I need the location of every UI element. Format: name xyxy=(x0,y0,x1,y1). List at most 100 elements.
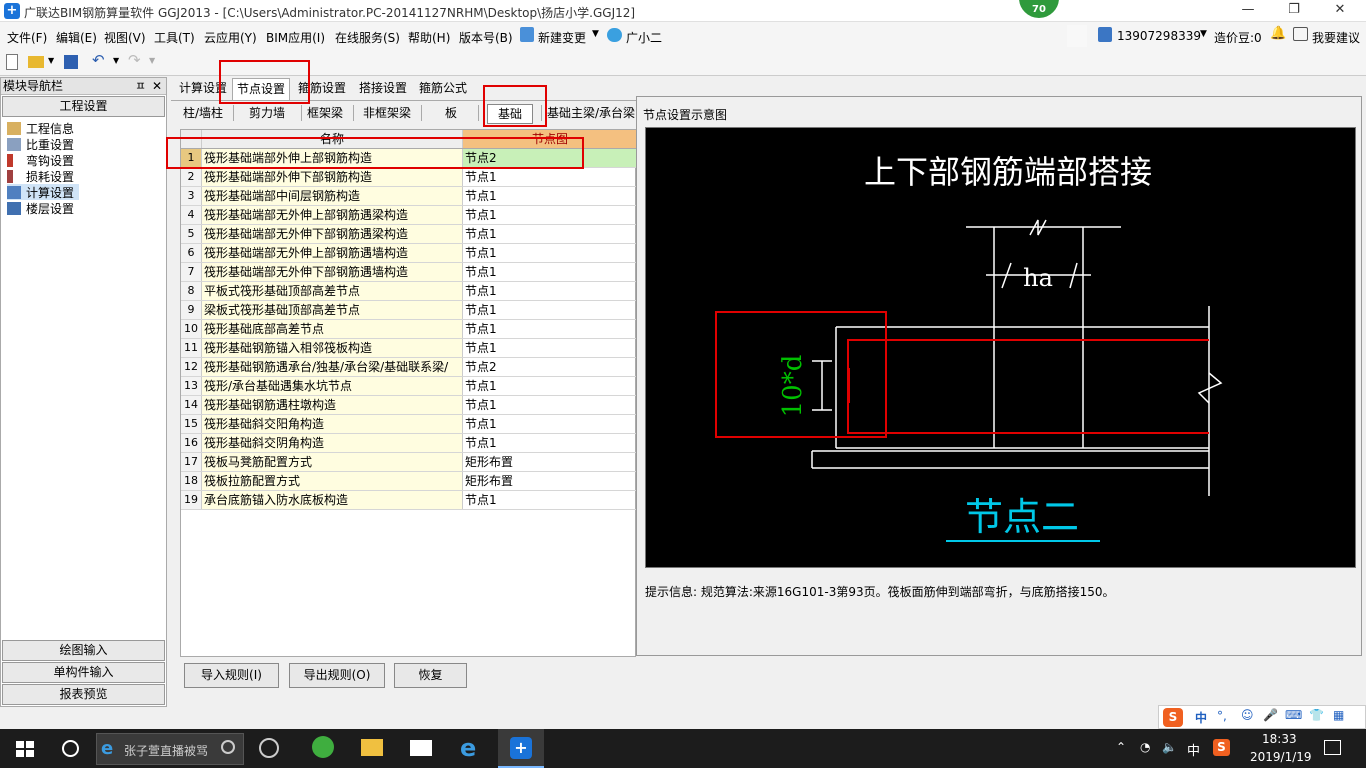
row-node-cell[interactable]: 节点1 xyxy=(463,339,637,357)
close-icon[interactable]: ✕ xyxy=(152,78,162,94)
row-node-cell[interactable]: 节点1 xyxy=(463,491,637,509)
skin-icon[interactable]: 👕 xyxy=(1309,708,1324,722)
row-node-cell[interactable]: 节点1 xyxy=(463,301,637,319)
pin-icon[interactable]: ㅍ xyxy=(135,78,146,94)
subtab-frame-beam[interactable]: 框架梁 xyxy=(301,104,349,124)
edge-icon[interactable]: e xyxy=(460,734,476,762)
menu-bim[interactable]: BIM应用(I) xyxy=(266,29,325,46)
sogou-tray-icon[interactable]: S xyxy=(1213,739,1230,756)
row-node-cell[interactable]: 节点1 xyxy=(463,168,637,186)
clock-date[interactable]: 2019/1/19 xyxy=(1250,750,1312,764)
table-row[interactable]: 3 筏形基础端部中间层钢筋构造 节点1 xyxy=(181,187,637,206)
subtab-non-frame-beam[interactable]: 非框架梁 xyxy=(359,104,415,124)
emoji-icon[interactable]: ☺ xyxy=(1241,708,1254,722)
chevron-down-icon[interactable]: ▼ xyxy=(149,56,155,65)
menu-file[interactable]: 文件(F) xyxy=(7,29,47,46)
sogou-icon[interactable]: S xyxy=(1163,708,1183,727)
section-component-input[interactable]: 单构件输入 xyxy=(2,662,165,683)
tab-lap-settings[interactable]: 搭接设置 xyxy=(355,78,411,100)
row-node-cell[interactable]: 节点1 xyxy=(463,206,637,224)
bell-icon[interactable]: 🔔 xyxy=(1270,26,1286,41)
row-node-cell[interactable]: 节点1 xyxy=(463,225,637,243)
table-row[interactable]: 5 筏形基础端部无外伸下部钢筋遇梁构造 节点1 xyxy=(181,225,637,244)
tree-item-floors[interactable]: 楼层设置 xyxy=(7,200,74,216)
menu-tools[interactable]: 工具(T) xyxy=(154,29,195,46)
table-row[interactable]: 9 梁板式筏形基础顶部高差节点 节点1 xyxy=(181,301,637,320)
table-row[interactable]: 6 筏形基础端部无外伸上部钢筋遇墙构造 节点1 xyxy=(181,244,637,263)
menu-assistant[interactable]: 广小二 xyxy=(626,29,662,46)
minimize-button[interactable]: — xyxy=(1225,0,1271,22)
chevron-down-icon[interactable]: ▼ xyxy=(48,56,54,65)
subtab-foundation-beam[interactable]: 基础主梁/承台梁 xyxy=(547,104,636,124)
mic-icon[interactable]: 🎤 xyxy=(1263,708,1278,722)
ime-mode[interactable]: 中 xyxy=(1195,709,1207,726)
tree-item-project-info[interactable]: 工程信息 xyxy=(7,120,74,136)
menu-version[interactable]: 版本号(B) xyxy=(459,29,513,46)
menu-help[interactable]: 帮助(H) xyxy=(408,29,450,46)
row-node-cell[interactable]: 节点2 xyxy=(463,358,637,376)
subtab-slab[interactable]: 板 xyxy=(435,104,467,124)
table-row[interactable]: 15 筏形基础斜交阳角构造 节点1 xyxy=(181,415,637,434)
clock-time[interactable]: 18:33 xyxy=(1262,732,1297,746)
section-report-preview[interactable]: 报表预览 xyxy=(2,684,165,705)
section-drawing-input[interactable]: 绘图输入 xyxy=(2,640,165,661)
row-node-cell[interactable]: 节点1 xyxy=(463,244,637,262)
app-icon[interactable]: + xyxy=(4,3,20,19)
table-row[interactable]: 17 筏板马凳筋配置方式 矩形布置 xyxy=(181,453,637,472)
tree-item-hook[interactable]: 弯钩设置 xyxy=(7,152,74,168)
browser-360-icon[interactable] xyxy=(312,736,334,758)
table-row[interactable]: 8 平板式筏形基础顶部高差节点 节点1 xyxy=(181,282,637,301)
cortana-icon[interactable] xyxy=(62,740,79,757)
maximize-button[interactable]: ❐ xyxy=(1271,0,1317,22)
table-row[interactable]: 4 筏形基础端部无外伸上部钢筋遇梁构造 节点1 xyxy=(181,206,637,225)
table-row[interactable]: 10 筏形基础底部高差节点 节点1 xyxy=(181,320,637,339)
redo-icon[interactable]: ↷ xyxy=(128,51,144,69)
ime-punct-icon[interactable]: °, xyxy=(1217,709,1227,723)
tree-item-calc[interactable]: 计算设置 xyxy=(7,184,79,200)
wifi-icon[interactable]: ◔ xyxy=(1140,740,1150,754)
row-node-cell[interactable]: 节点1 xyxy=(463,396,637,414)
tab-stirrup-formula[interactable]: 箍筋公式 xyxy=(415,78,471,100)
table-row[interactable]: 11 筏形基础钢筋锚入相邻筏板构造 节点1 xyxy=(181,339,637,358)
tray-ime-indicator[interactable]: 中 xyxy=(1187,740,1200,759)
tree-item-density[interactable]: 比重设置 xyxy=(7,136,74,152)
chevron-down-icon[interactable]: ▼ xyxy=(1200,29,1207,39)
subtab-shear-wall[interactable]: 剪力墙 xyxy=(243,104,291,124)
row-node-cell[interactable]: 节点1 xyxy=(463,320,637,338)
search-input[interactable]: 张子萱直播被骂 xyxy=(124,742,208,759)
save-icon[interactable] xyxy=(64,55,78,69)
windows-start-icon[interactable] xyxy=(16,741,34,757)
row-node-cell[interactable]: 节点1 xyxy=(463,263,637,281)
menu-view[interactable]: 视图(V) xyxy=(104,29,146,46)
taskbar-ggj-app[interactable]: + xyxy=(498,729,544,768)
row-node-cell[interactable]: 节点1 xyxy=(463,377,637,395)
menu-edit[interactable]: 编辑(E) xyxy=(56,29,97,46)
row-node-cell[interactable]: 节点1 xyxy=(463,187,637,205)
import-rules-button[interactable]: 导入规则(I) xyxy=(184,663,279,688)
menu-cloud[interactable]: 云应用(Y) xyxy=(204,29,257,46)
table-row[interactable]: 16 筏形基础斜交阴角构造 节点1 xyxy=(181,434,637,453)
chevron-down-icon[interactable]: ▼ xyxy=(113,56,119,65)
table-row[interactable]: 12 筏形基础钢筋遇承台/独基/承台梁/基础联系梁/节点2 xyxy=(181,358,637,377)
row-node-cell[interactable]: 节点1 xyxy=(463,434,637,452)
file-explorer-icon[interactable] xyxy=(361,739,383,756)
row-node-cell[interactable]: 矩形布置 xyxy=(463,472,637,490)
row-node-cell[interactable]: 节点1 xyxy=(463,415,637,433)
undo-icon[interactable]: ↶ xyxy=(92,51,108,69)
notification-icon[interactable] xyxy=(1324,740,1341,755)
score-badge[interactable]: 70 xyxy=(1017,0,1061,20)
table-row[interactable]: 19 承台底筋锚入防水底板构造 节点1 xyxy=(181,491,637,510)
volume-icon[interactable]: 🔈 xyxy=(1162,740,1177,754)
subtab-column[interactable]: 柱/墙柱 xyxy=(179,104,227,124)
section-project-settings[interactable]: 工程设置 xyxy=(2,96,165,117)
suggest-link[interactable]: 我要建议 xyxy=(1312,29,1360,46)
export-rules-button[interactable]: 导出规则(O) xyxy=(289,663,385,688)
table-row[interactable]: 13 筏形/承台基础遇集水坑节点 节点1 xyxy=(181,377,637,396)
task-view-icon[interactable] xyxy=(259,738,279,758)
tree-item-loss[interactable]: 损耗设置 xyxy=(7,168,74,184)
user-phone[interactable]: 13907298339 xyxy=(1117,29,1201,43)
open-folder-icon[interactable] xyxy=(28,56,44,68)
toolbox-icon[interactable]: ▦ xyxy=(1333,708,1344,722)
chevron-down-icon[interactable]: ▼ xyxy=(592,29,599,39)
table-row[interactable]: 14 筏形基础钢筋遇柱墩构造 节点1 xyxy=(181,396,637,415)
